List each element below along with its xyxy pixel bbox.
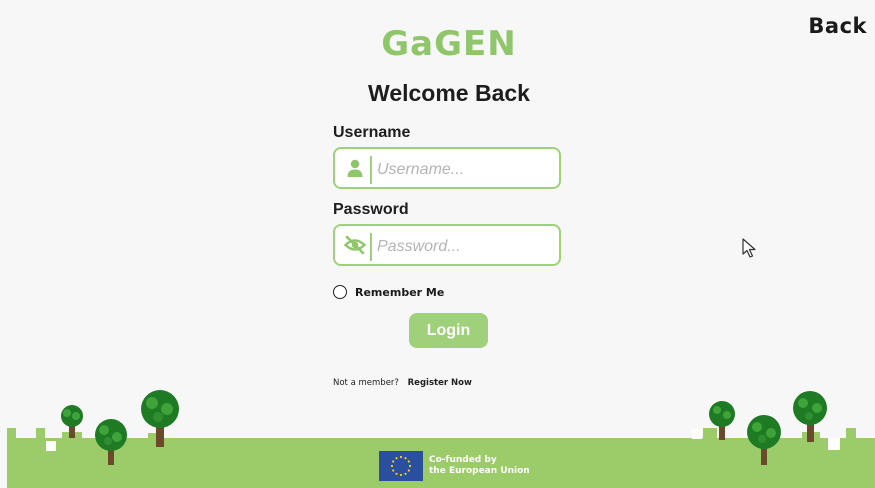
password-field[interactable] [333,224,561,266]
eu-line-2: the European Union [429,466,530,476]
not-member-text: Not a member? [333,378,399,388]
tree-icon [793,391,827,442]
eu-funding-text: Co-funded by the European Union [429,455,530,477]
page-title: Welcome Back [368,80,530,106]
password-input[interactable] [375,232,549,262]
password-label: Password [333,201,409,218]
login-button[interactable]: Login [409,313,488,348]
username-field[interactable] [333,147,561,189]
eye-slash-icon[interactable] [344,235,366,255]
remember-me-label: Remember Me [355,285,445,299]
field-separator [370,156,372,184]
ground-bump [36,428,45,438]
ground-notch [46,441,56,451]
app-logo: GaGEN [381,24,517,64]
register-prompt: Not a member? Register Now [333,378,472,388]
remember-me-radio[interactable] [333,285,347,299]
user-icon [347,159,363,177]
tree-icon [95,419,127,465]
username-label: Username [333,124,411,141]
tree-icon [709,401,735,440]
eu-line-1: Co-funded by [429,455,497,465]
remember-me-option[interactable]: Remember Me [333,284,444,300]
ground-notch [692,429,702,439]
field-separator [370,233,372,261]
ground-bump [846,428,856,438]
eu-funding-badge: Co-funded by the European Union [379,451,530,481]
ground-bump [7,428,16,438]
username-input[interactable] [375,155,549,185]
eu-flag-icon [379,451,423,481]
mouse-cursor-icon [742,238,756,258]
tree-icon [747,415,781,465]
tree-icon [61,405,83,438]
tree-icon [141,390,179,447]
register-now-link[interactable]: Register Now [408,378,472,388]
